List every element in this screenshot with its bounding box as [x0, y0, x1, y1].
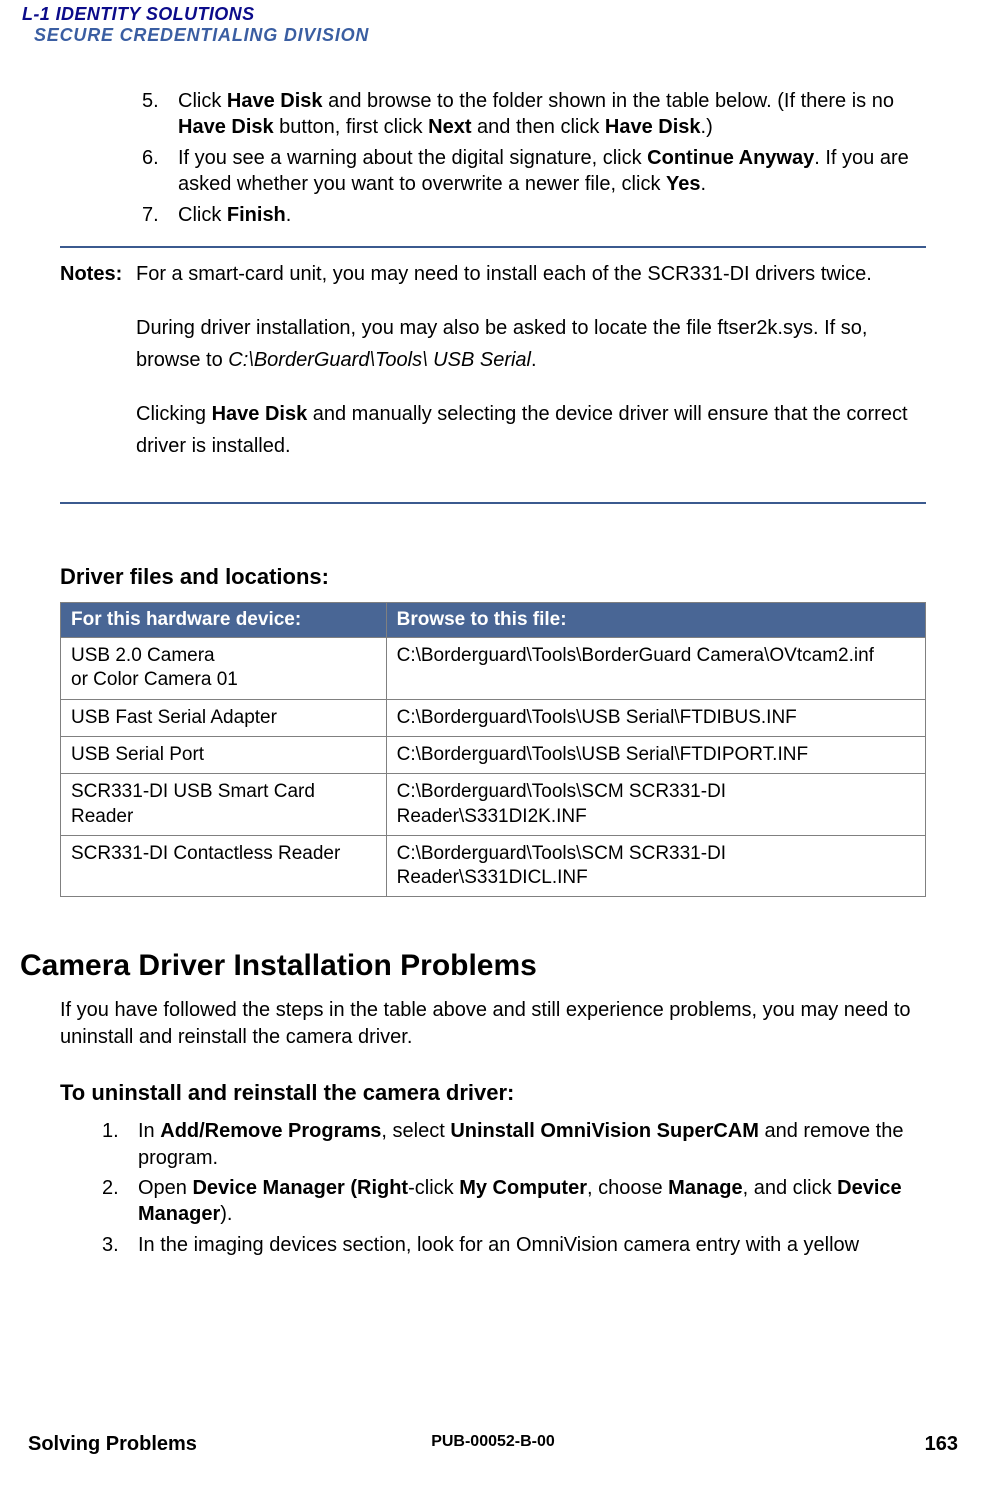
table-cell: USB Serial Port — [61, 736, 387, 773]
notes-body: For a smart-card unit, you may need to i… — [136, 258, 926, 484]
list-text: Open Device Manager (Right-click My Comp… — [138, 1175, 926, 1228]
list-item: 3.In the imaging devices section, look f… — [102, 1232, 926, 1258]
table-cell: C:\Borderguard\Tools\SCM SCR331-DI Reade… — [386, 835, 925, 897]
list-text: In the imaging devices section, look for… — [138, 1232, 926, 1258]
logo-line-2: SECURE CREDENTIALING DIVISION — [34, 25, 369, 46]
section-subhead: To uninstall and reinstall the camera dr… — [60, 1080, 926, 1106]
list-number: 2. — [102, 1175, 138, 1228]
footer-right: 163 — [925, 1433, 958, 1456]
list-number: 6. — [142, 145, 178, 198]
list-text: Click Have Disk and browse to the folder… — [178, 88, 926, 141]
divider-top — [60, 246, 926, 248]
section-heading: Camera Driver Installation Problems — [20, 949, 926, 983]
brand-logo: L-1 IDENTITY SOLUTIONS SECURE CREDENTIAL… — [22, 4, 369, 46]
list-item: 2.Open Device Manager (Right-click My Co… — [102, 1175, 926, 1228]
table-cell: USB 2.0 Cameraor Color Camera 01 — [61, 637, 387, 699]
list-number: 1. — [102, 1118, 138, 1171]
notes-paragraph: For a smart-card unit, you may need to i… — [136, 258, 926, 290]
table-header-cell: Browse to this file: — [386, 602, 925, 637]
table-header-cell: For this hardware device: — [61, 602, 387, 637]
list-item: 1.In Add/Remove Programs, select Uninsta… — [102, 1118, 926, 1171]
list-text: Click Finish. — [178, 202, 926, 228]
driver-table: For this hardware device:Browse to this … — [60, 602, 926, 898]
page-footer: Solving Problems PUB-00052-B-00 163 — [28, 1433, 958, 1456]
table-row: USB Serial PortC:\Borderguard\Tools\USB … — [61, 736, 926, 773]
list-text: If you see a warning about the digital s… — [178, 145, 926, 198]
table-cell: C:\Borderguard\Tools\BorderGuard Camera\… — [386, 637, 925, 699]
footer-center: PUB-00052-B-00 — [431, 1433, 555, 1451]
list-item: 7.Click Finish. — [142, 202, 926, 228]
table-cell: USB Fast Serial Adapter — [61, 699, 387, 736]
logo-line-1: L-1 IDENTITY SOLUTIONS — [22, 4, 369, 25]
list-item: 6.If you see a warning about the digital… — [142, 145, 926, 198]
table-cell: SCR331-DI Contactless Reader — [61, 835, 387, 897]
table-row: USB 2.0 Cameraor Color Camera 01C:\Borde… — [61, 637, 926, 699]
list-text: In Add/Remove Programs, select Uninstall… — [138, 1118, 926, 1171]
table-row: SCR331-DI Contactless ReaderC:\Bordergua… — [61, 835, 926, 897]
notes-paragraph: During driver installation, you may also… — [136, 312, 926, 376]
footer-left: Solving Problems — [28, 1433, 197, 1456]
list-item: 5.Click Have Disk and browse to the fold… — [142, 88, 926, 141]
table-cell: C:\Borderguard\Tools\USB Serial\FTDIPORT… — [386, 736, 925, 773]
ordered-list-top: 5.Click Have Disk and browse to the fold… — [60, 88, 926, 228]
ordered-list-bottom: 1.In Add/Remove Programs, select Uninsta… — [60, 1118, 926, 1258]
list-number: 5. — [142, 88, 178, 141]
section-intro: If you have followed the steps in the ta… — [60, 997, 926, 1050]
table-row: USB Fast Serial AdapterC:\Borderguard\To… — [61, 699, 926, 736]
table-cell: C:\Borderguard\Tools\SCM SCR331-DI Reade… — [386, 774, 925, 836]
list-number: 7. — [142, 202, 178, 228]
notes-block: Notes: For a smart-card unit, you may ne… — [60, 258, 926, 484]
list-number: 3. — [102, 1232, 138, 1258]
notes-label: Notes: — [60, 258, 136, 484]
table-row: SCR331-DI USB Smart Card ReaderC:\Border… — [61, 774, 926, 836]
notes-paragraph: Clicking Have Disk and manually selectin… — [136, 398, 926, 462]
table-cell: SCR331-DI USB Smart Card Reader — [61, 774, 387, 836]
divider-bottom — [60, 502, 926, 504]
table-title: Driver files and locations: — [60, 564, 926, 590]
table-cell: C:\Borderguard\Tools\USB Serial\FTDIBUS.… — [386, 699, 925, 736]
